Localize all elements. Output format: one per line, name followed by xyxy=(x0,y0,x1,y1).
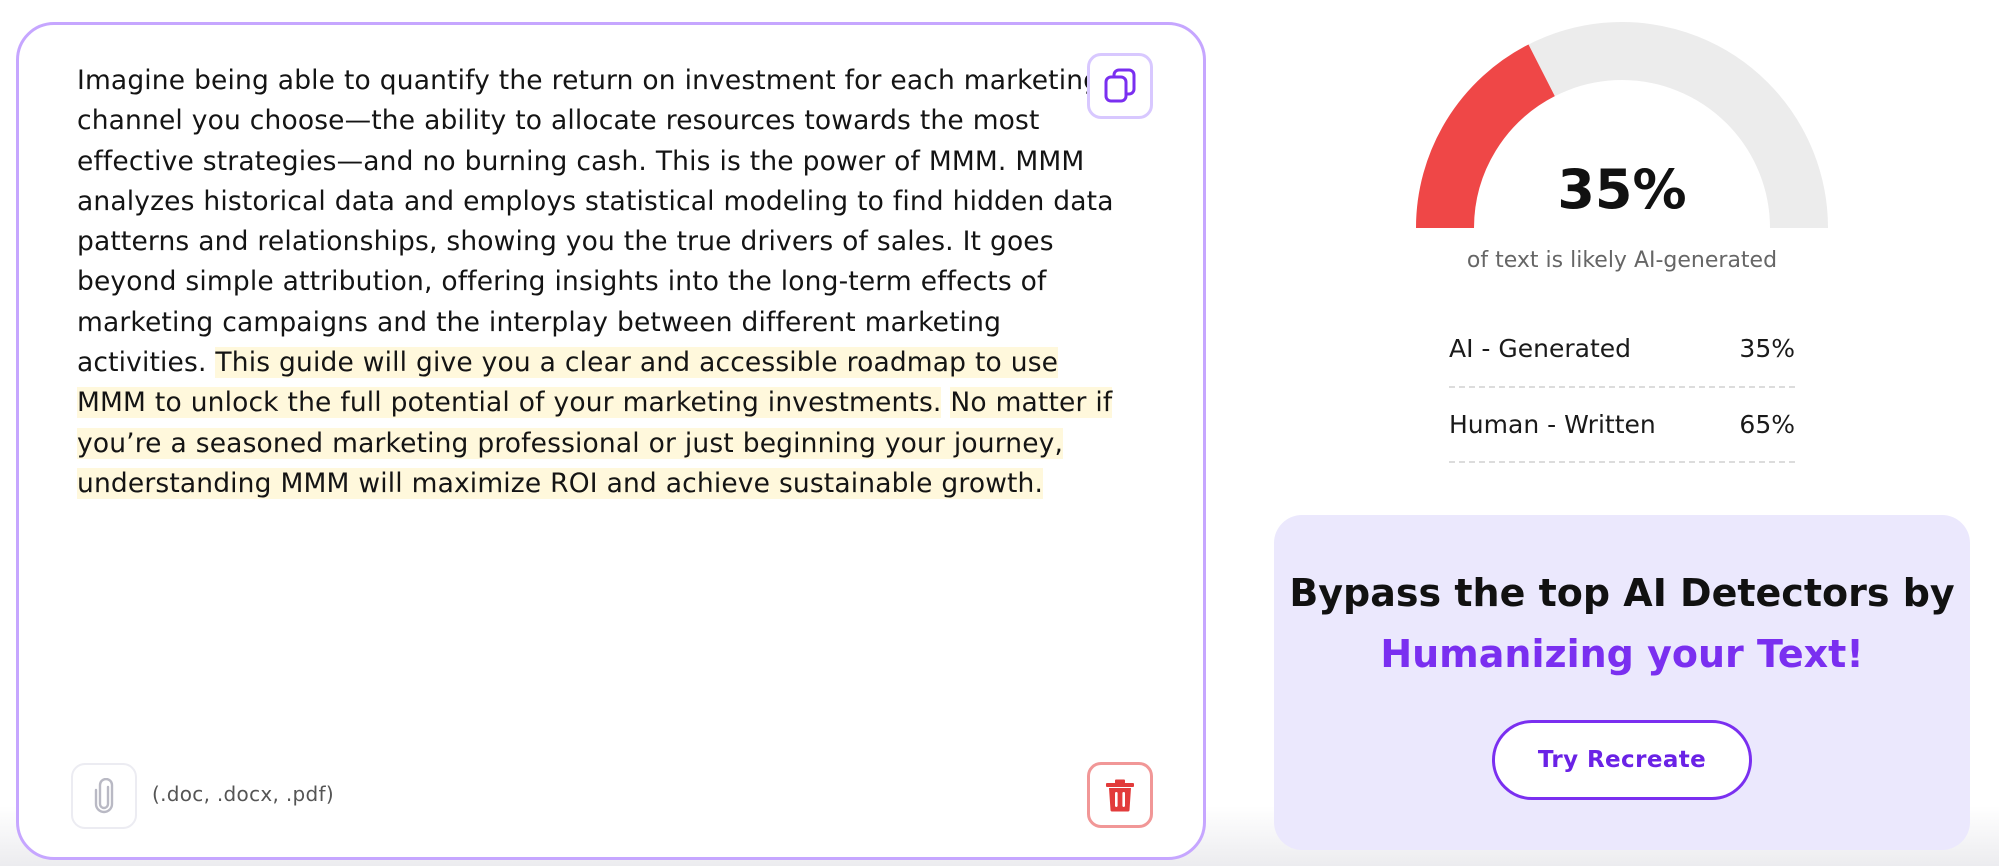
score-breakdown: AI - Generated 35% Human - Written 65% xyxy=(1449,326,1795,463)
promo-highlight: Humanizing your Text! xyxy=(1380,632,1864,676)
highlighted-sentence: This guide will give you a clear and acc… xyxy=(77,347,1059,419)
text-editor[interactable]: Imagine being able to quantify the retur… xyxy=(16,22,1206,860)
breakdown-row-human: Human - Written 65% xyxy=(1449,388,1795,463)
trash-icon xyxy=(1106,779,1134,812)
breakdown-label: AI - Generated xyxy=(1449,334,1632,363)
ai-percent-caption: of text is likely AI-generated xyxy=(1466,248,1778,273)
breakdown-value: 35% xyxy=(1739,334,1795,363)
file-formats-label: (.doc, .docx, .pdf) xyxy=(152,782,334,806)
promo-headline: Bypass the top AI Detectors by xyxy=(1289,571,1955,615)
attach-file-button[interactable] xyxy=(71,763,137,829)
breakdown-row-ai: AI - Generated 35% xyxy=(1449,326,1795,388)
plain-text: Imagine being able to quantify the retur… xyxy=(77,65,1114,379)
humanize-promo-card: Bypass the top AI Detectors by Humanizin… xyxy=(1274,515,1970,850)
try-recreate-button[interactable]: Try Recreate xyxy=(1492,720,1752,800)
breakdown-label: Human - Written xyxy=(1449,410,1656,439)
ai-percent-value: 35% xyxy=(1557,158,1687,221)
paperclip-icon xyxy=(94,778,114,814)
delete-button[interactable] xyxy=(1087,762,1153,828)
breakdown-value: 65% xyxy=(1739,410,1795,439)
copy-icon xyxy=(1104,68,1136,103)
copy-button[interactable] xyxy=(1087,53,1153,119)
editor-text[interactable]: Imagine being able to quantify the retur… xyxy=(77,61,1117,504)
